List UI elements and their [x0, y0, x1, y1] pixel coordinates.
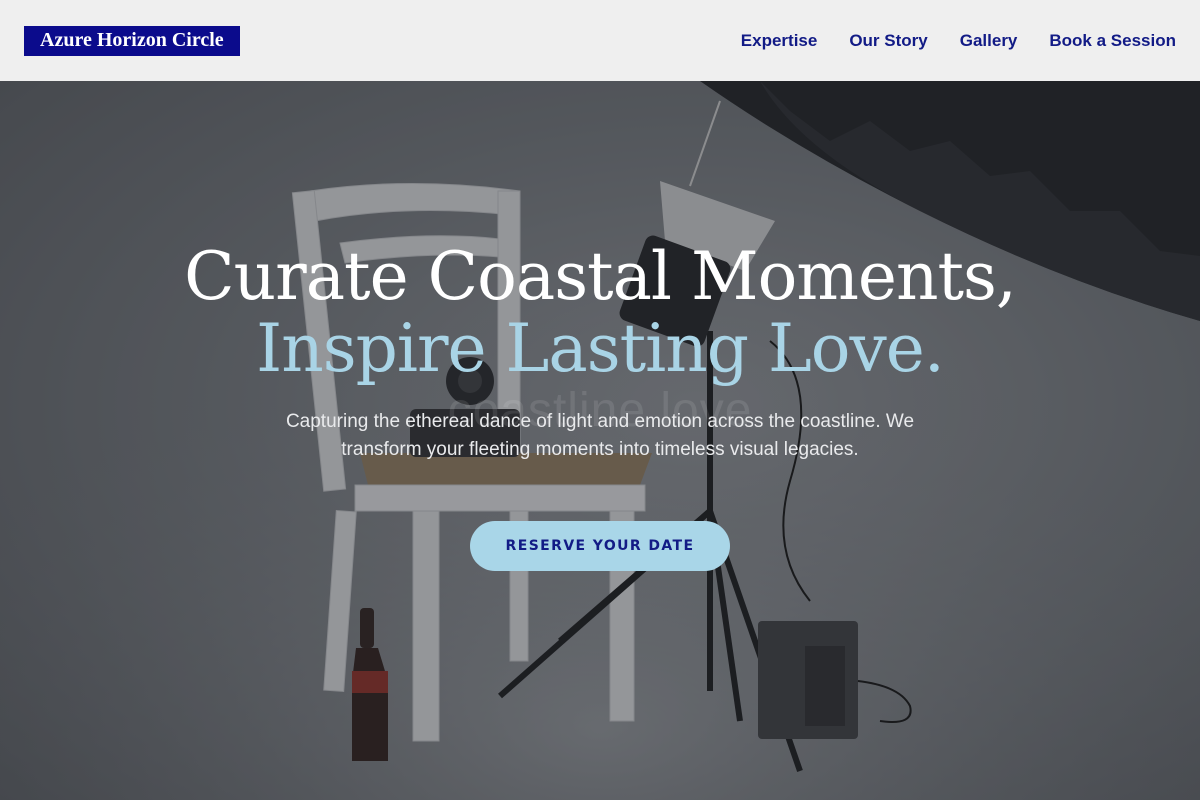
reserve-your-date-button[interactable]: RESERVE YOUR DATE [470, 521, 730, 571]
nav-link-gallery[interactable]: Gallery [960, 31, 1018, 51]
brand-logo[interactable]: Azure Horizon Circle [24, 25, 240, 56]
hero-headline: Curate Coastal Moments, Inspire Lasting … [0, 241, 1200, 385]
nav-link-book-a-session[interactable]: Book a Session [1049, 31, 1176, 51]
hero-headline-line-1: Curate Coastal Moments, [184, 238, 1017, 315]
hero-section: coastline love Curate Coastal Moments, I… [0, 81, 1200, 800]
site-header: Azure Horizon Circle Expertise Our Story… [0, 0, 1200, 81]
nav-link-our-story[interactable]: Our Story [849, 31, 927, 51]
nav-link-expertise[interactable]: Expertise [741, 31, 818, 51]
main-nav: Expertise Our Story Gallery Book a Sessi… [709, 31, 1176, 51]
hero-subtitle: Capturing the ethereal dance of light an… [285, 411, 915, 460]
hero-headline-line-2: Inspire Lasting Love. [256, 310, 945, 387]
